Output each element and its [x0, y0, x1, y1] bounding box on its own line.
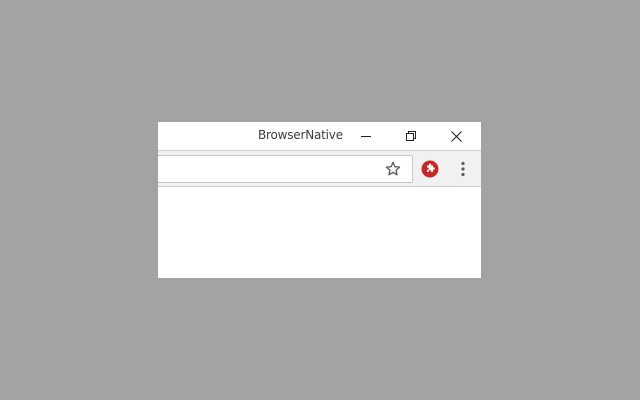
restore-button[interactable]	[388, 122, 434, 150]
browser-window: BrowserNative	[158, 122, 481, 278]
title-bar[interactable]: BrowserNative	[158, 122, 481, 150]
minimize-button[interactable]	[343, 122, 389, 150]
browser-toolbar	[158, 150, 481, 187]
close-icon	[450, 130, 462, 142]
restore-icon	[406, 131, 416, 141]
page-content-area[interactable]	[158, 187, 481, 278]
window-title: BrowserNative	[258, 128, 343, 142]
extension-puzzle-icon[interactable]	[421, 160, 439, 178]
minimize-icon	[361, 136, 371, 137]
kebab-menu-icon[interactable]	[456, 160, 470, 178]
star-icon[interactable]	[385, 161, 401, 177]
address-input[interactable]	[163, 159, 373, 179]
close-button[interactable]	[433, 122, 479, 150]
address-bar[interactable]	[158, 155, 413, 183]
